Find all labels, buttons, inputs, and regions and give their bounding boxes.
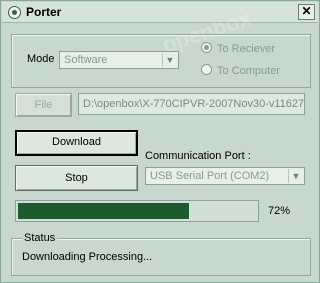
stop-button[interactable]: Stop [15, 165, 138, 191]
file-path-field[interactable]: D:\openbox\X-770CIPVR-2007Nov30-v11627 [78, 93, 305, 115]
chevron-down-icon: ▼ [162, 53, 177, 67]
communication-port-label: Communication Port : [145, 150, 251, 162]
radio-button-icon [201, 64, 212, 75]
status-legend: Status [22, 232, 58, 244]
communication-port-select[interactable]: USB Serial Port (COM2) ▼ [145, 167, 305, 185]
radio-to-computer[interactable]: To Computer [201, 64, 280, 77]
chevron-down-icon: ▼ [288, 169, 303, 183]
mode-label: Mode [27, 53, 55, 65]
title-bar[interactable]: Porter ✕ [2, 2, 318, 23]
download-button[interactable]: Download [15, 130, 138, 156]
progress-percent: 72% [268, 205, 291, 217]
file-button[interactable]: File [15, 93, 72, 117]
communication-port-value: USB Serial Port (COM2) [150, 170, 270, 182]
radio-to-receiver-label: To Reciever [217, 43, 276, 55]
radio-to-receiver[interactable]: To Reciever [201, 42, 275, 55]
progress-bar [15, 200, 259, 222]
progress-fill [18, 203, 189, 219]
radio-to-computer-label: To Computer [217, 65, 280, 77]
close-button[interactable]: ✕ [298, 4, 315, 20]
status-message: Downloading Processing... [22, 251, 153, 263]
radio-button-icon [201, 42, 212, 53]
mode-select[interactable]: Software ▼ [59, 51, 179, 69]
mode-select-value: Software [64, 54, 108, 66]
window-title: Porter [26, 5, 62, 19]
app-icon [8, 6, 21, 19]
